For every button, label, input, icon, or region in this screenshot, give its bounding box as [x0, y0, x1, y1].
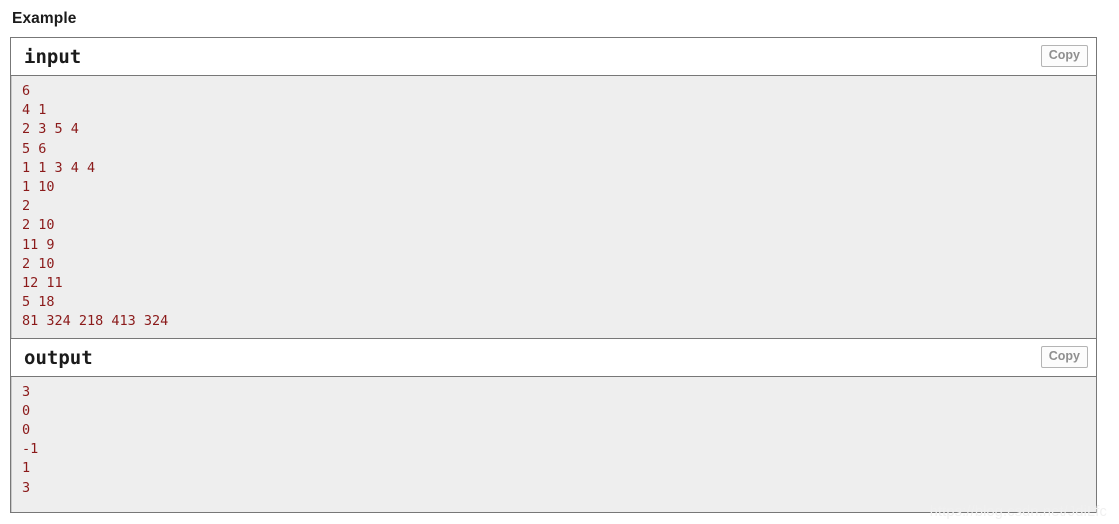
code-line: 1 — [22, 460, 31, 477]
code-line: -1 — [22, 441, 39, 458]
input-section-header: input Copy — [11, 38, 1096, 76]
copy-input-button[interactable]: Copy — [1040, 45, 1088, 67]
code-line: 0 — [22, 422, 31, 439]
code-line: 2 — [22, 198, 31, 215]
code-line: 2 10 — [22, 217, 55, 234]
code-line: 3 — [22, 383, 31, 400]
code-line: 12 11 — [22, 275, 63, 292]
input-code-block: 6 4 1 2 3 5 4 5 6 1 1 3 4 4 1 10 2 2 10 … — [11, 76, 1096, 338]
code-line: 6 — [22, 83, 31, 99]
code-line: 5 18 — [22, 294, 55, 311]
code-line: 1 10 — [22, 179, 55, 196]
code-line: 5 6 — [22, 140, 47, 157]
output-section-title: output — [24, 346, 93, 369]
code-line: 81 324 218 413 324 — [22, 313, 169, 330]
input-section: input Copy 6 4 1 2 3 5 4 5 6 1 1 3 4 4 1… — [11, 38, 1096, 338]
example-panel: input Copy 6 4 1 2 3 5 4 5 6 1 1 3 4 4 1… — [10, 37, 1097, 513]
copy-output-button[interactable]: Copy — [1040, 345, 1088, 368]
code-line: 1 1 3 4 4 — [22, 159, 96, 176]
page-title: Example — [12, 10, 77, 27]
code-line: 3 — [22, 479, 31, 496]
output-section: output Copy 3 0 0 -1 1 3 — [11, 338, 1096, 512]
watermark: https://blog.csdn.net/JdiLfc — [929, 504, 1107, 520]
output-code-block: 3 0 0 -1 1 3 — [11, 376, 1096, 512]
output-section-header: output Copy — [11, 338, 1096, 377]
code-line: 4 1 — [22, 102, 47, 119]
code-line: 2 10 — [22, 255, 55, 272]
code-line: 11 9 — [22, 236, 55, 253]
code-line: 0 — [22, 402, 31, 419]
code-line: 2 3 5 4 — [22, 121, 79, 138]
input-section-title: input — [24, 46, 82, 68]
